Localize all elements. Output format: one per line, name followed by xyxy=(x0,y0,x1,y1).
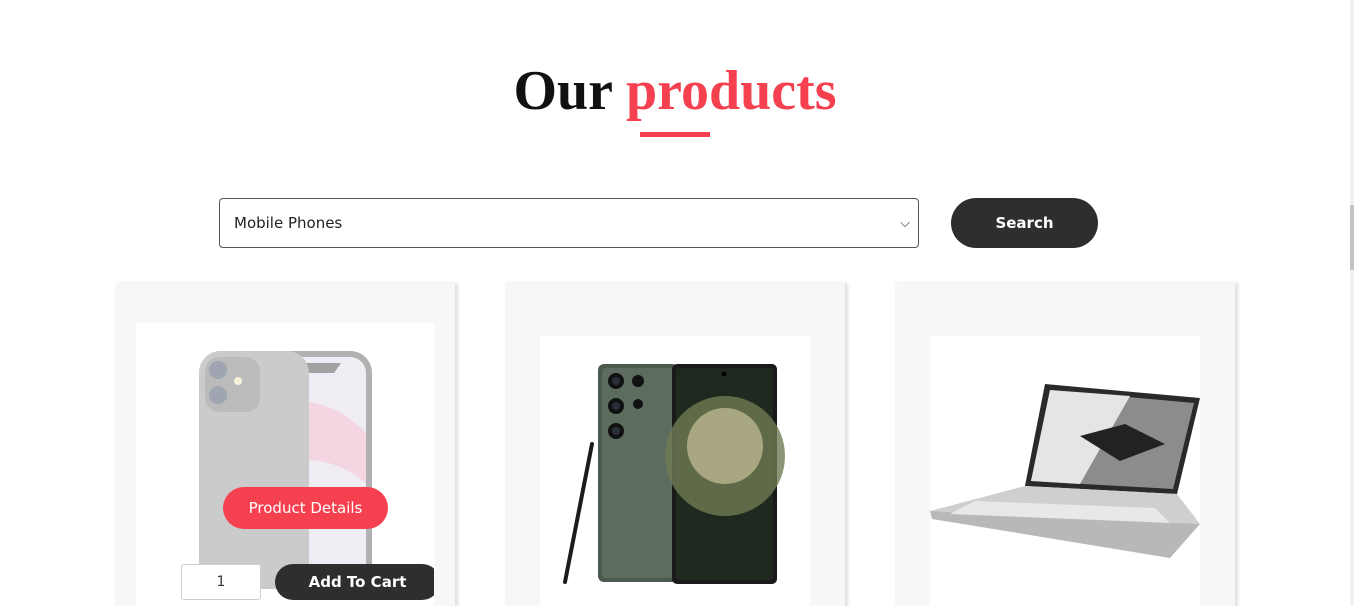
section-title-plain: Our xyxy=(513,60,612,122)
asus-rog-zephyrus-laptop-icon xyxy=(930,384,1200,558)
product-details-button[interactable]: Product Details xyxy=(223,487,388,529)
category-select[interactable]: Mobile Phones ⌵ xyxy=(219,198,919,248)
product-card[interactable]: Product Details 1 Add To Cart xyxy=(115,283,455,606)
product-image xyxy=(930,336,1200,606)
product-card[interactable] xyxy=(895,283,1235,606)
section-title-accent: products xyxy=(625,60,837,122)
scrollbar-thumb[interactable] xyxy=(1350,205,1354,270)
add-to-cart-button[interactable]: Add To Cart xyxy=(275,564,434,600)
product-card[interactable] xyxy=(505,283,845,606)
category-select-value: Mobile Phones xyxy=(234,214,343,232)
product-image xyxy=(540,336,810,606)
scrollbar[interactable] xyxy=(1350,0,1354,606)
samsung-galaxy-s23-ultra-icon xyxy=(563,364,785,584)
title-underline xyxy=(640,132,710,137)
products-page: Our products Mobile Phones ⌵ Search Prod… xyxy=(0,0,1354,606)
chevron-down-icon: ⌵ xyxy=(900,215,910,231)
section-title: Our products xyxy=(0,58,1350,124)
search-button[interactable]: Search xyxy=(951,198,1098,248)
quantity-input[interactable]: 1 xyxy=(181,564,261,600)
product-image: Product Details 1 Add To Cart xyxy=(136,323,434,606)
